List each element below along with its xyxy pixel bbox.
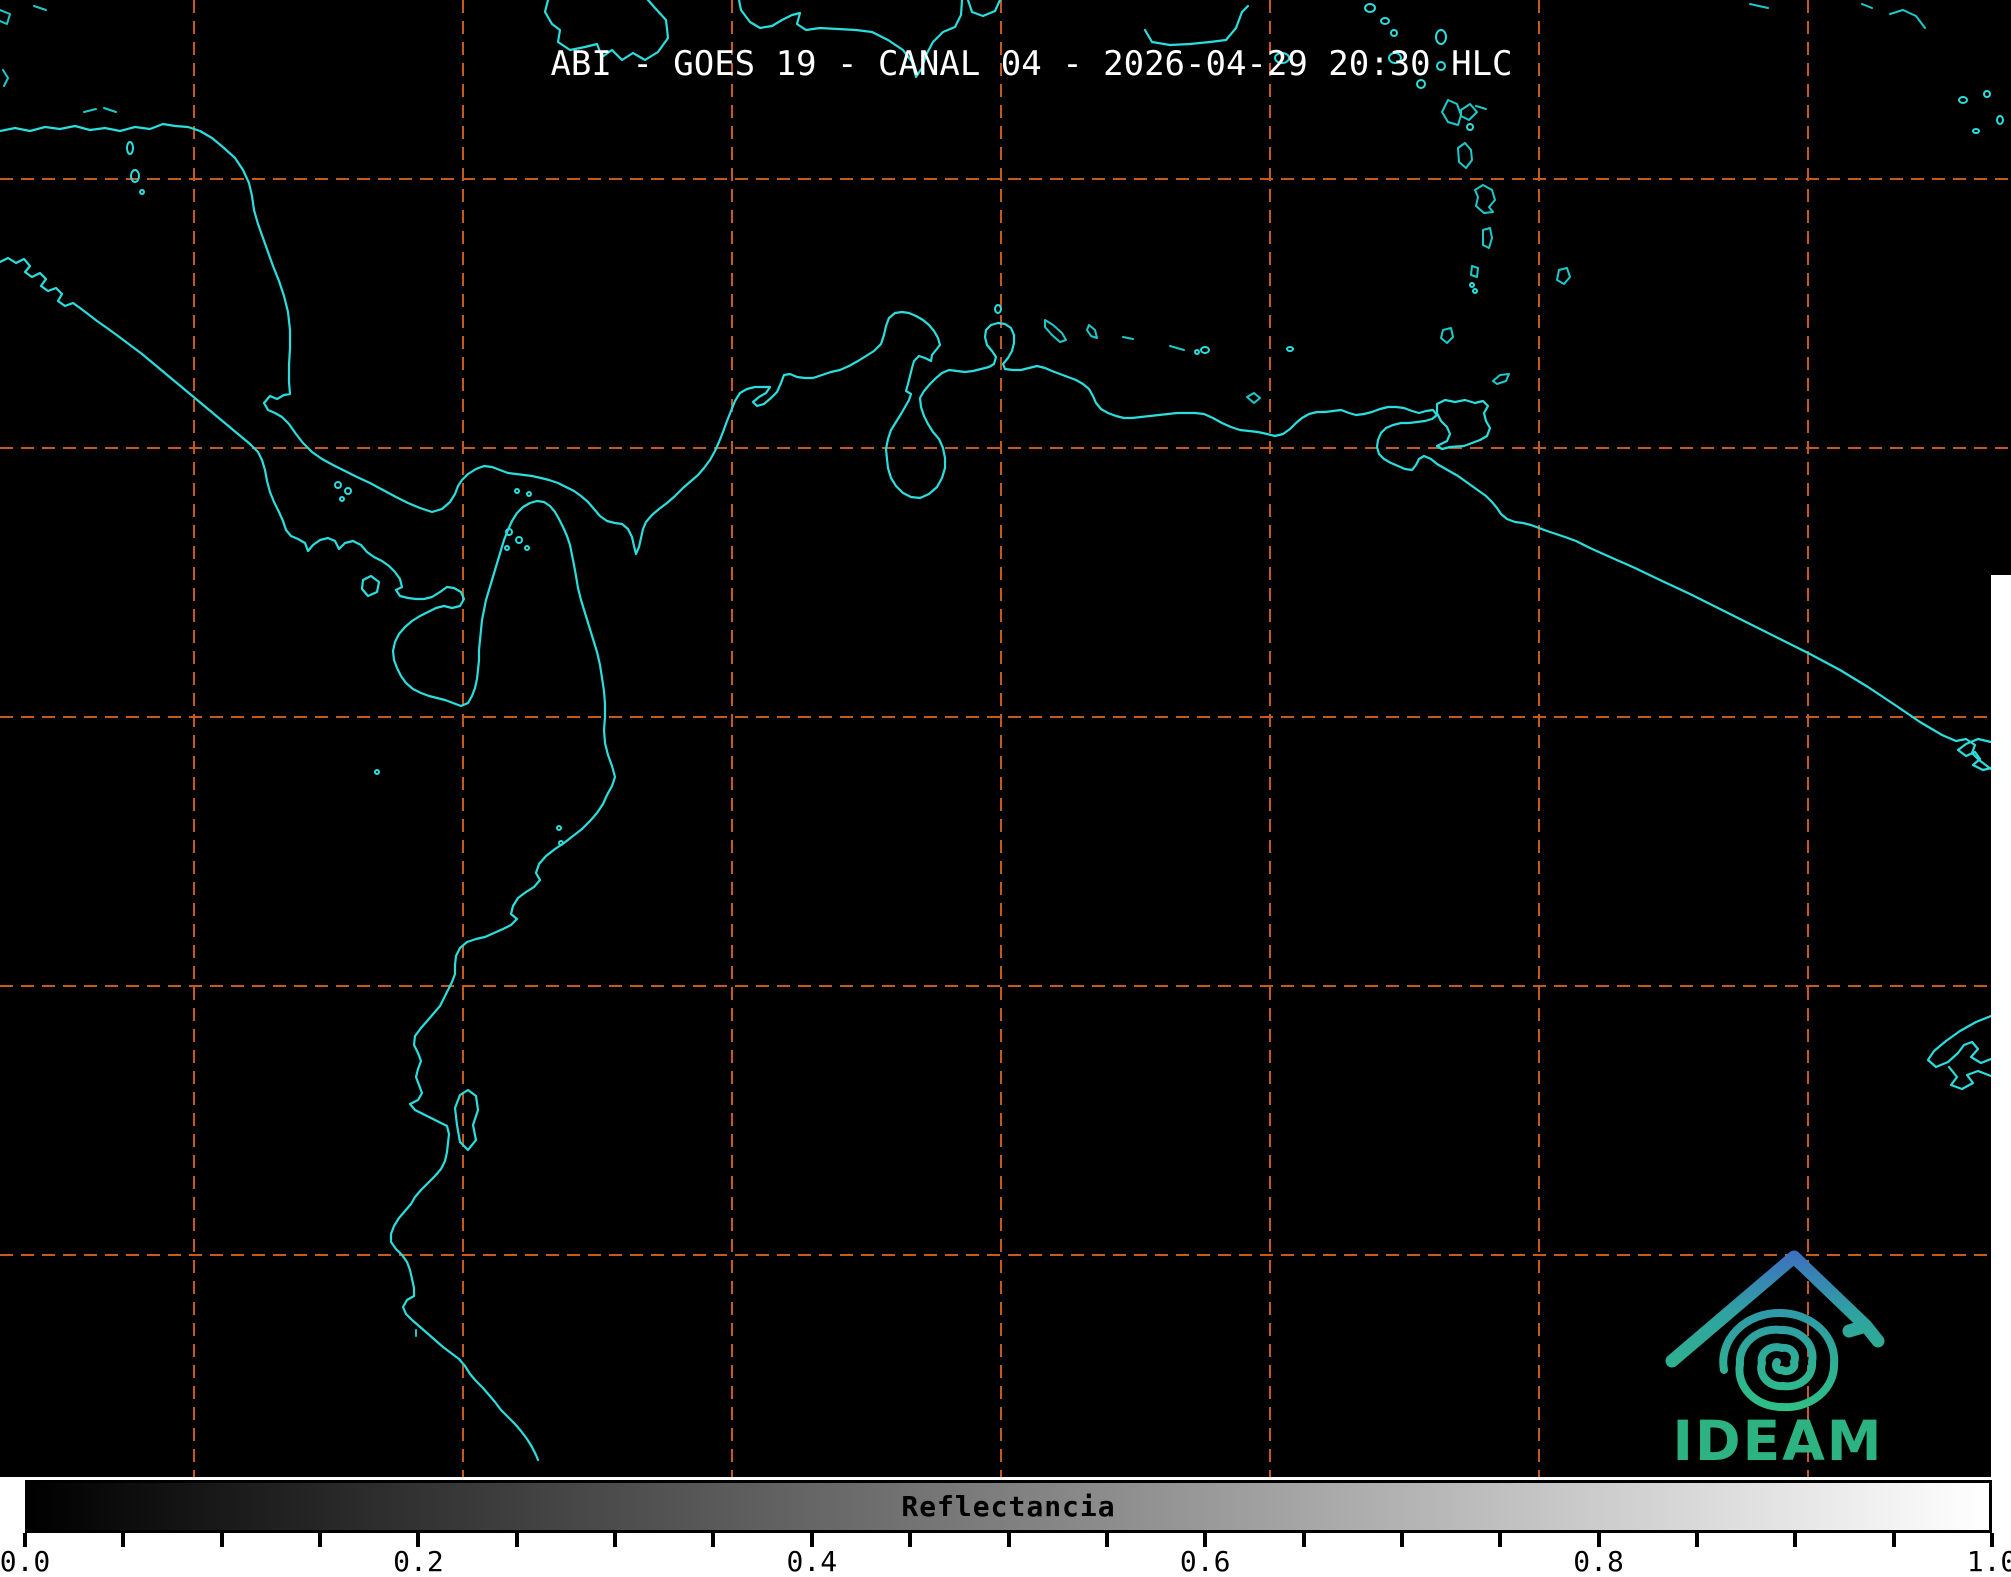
island-tobago [1492, 373, 1510, 385]
image-title: ABI - GOES 19 - CANAL 04 - 2026-04-29 20… [550, 44, 1513, 84]
logo-wordmark: IDEAM [1673, 1409, 1884, 1473]
coastline-amazon-estuary [1926, 1014, 1993, 1069]
colorbar-tick-label: 1.0 [1966, 1545, 2011, 1577]
colorbar-tick [1793, 1533, 1798, 1547]
island-margarita [1246, 392, 1261, 404]
logo-hurricane-spiral [1719, 1308, 1839, 1412]
colorbar-tick-label: 0.4 [786, 1545, 838, 1577]
colorbar-tick-label: 0.2 [393, 1545, 444, 1577]
colorbar-tick [1301, 1533, 1306, 1547]
corner-fragments [0, 3, 1926, 1337]
coastline-trinidad [1435, 398, 1492, 451]
colorbar-tick-label: 0.0 [0, 1545, 51, 1577]
colorbar-tick [711, 1533, 716, 1547]
map-canvas: IDEAM [0, 0, 2011, 1477]
coastline-coiba [360, 574, 381, 598]
coastline-hispaniola-east [966, 0, 1002, 18]
colorbar-tick [1104, 1533, 1109, 1547]
island-guadeloupe [1441, 99, 1487, 126]
island-dominica [1457, 142, 1473, 169]
satellite-map: IDEAM [0, 0, 2011, 1477]
colorbar-tick [1891, 1533, 1896, 1547]
colorbar-tick-label: 0.6 [1179, 1545, 1231, 1577]
island-st-vincent [1470, 265, 1479, 278]
coastline-puerto-rico [1143, 4, 1250, 47]
colorbar-tick [318, 1533, 323, 1547]
coastline-pacific [0, 256, 617, 1462]
figure: IDEAM ABI - GOES 19 - CANAL 04 - 2026-04… [0, 0, 2011, 1577]
coastline-caribbean [0, 122, 1993, 771]
graticule [0, 0, 2011, 1477]
colorbar-tick [219, 1533, 224, 1547]
coastline-amazon-estuary-south [1947, 1065, 1993, 1091]
island-martinique [1474, 184, 1496, 214]
colorbar-tick [121, 1533, 126, 1547]
island-st-lucia [1482, 227, 1493, 249]
colorbar-panel: Reflectancia 0.0 0.2 0.4 0.6 0.8 1.0 [0, 1477, 2011, 1577]
island-curacao [1044, 319, 1067, 343]
colorbar-tick [1006, 1533, 1011, 1547]
ideam-logo: IDEAM [1665, 1250, 1885, 1473]
colorbar-tick-label: 0.8 [1573, 1545, 1624, 1577]
island-barbados [1556, 267, 1571, 285]
colorbar-tick [1399, 1533, 1404, 1547]
missing-data-strip [1991, 575, 2011, 1477]
islands [126, 3, 2004, 846]
colorbar-label: Reflectancia [901, 1490, 1116, 1523]
colorbar-tick [1498, 1533, 1503, 1547]
coastline-puna-island [453, 1088, 480, 1152]
island-grenada [1440, 327, 1454, 344]
colorbar-tick [514, 1533, 519, 1547]
colorbar-tick [613, 1533, 618, 1547]
colorbar-gradient: Reflectancia [25, 1480, 1992, 1533]
islets-los-roques [1122, 336, 1185, 351]
colorbar-tick [1694, 1533, 1699, 1547]
island-bonaire [1086, 324, 1098, 339]
colorbar-tick [908, 1533, 913, 1547]
